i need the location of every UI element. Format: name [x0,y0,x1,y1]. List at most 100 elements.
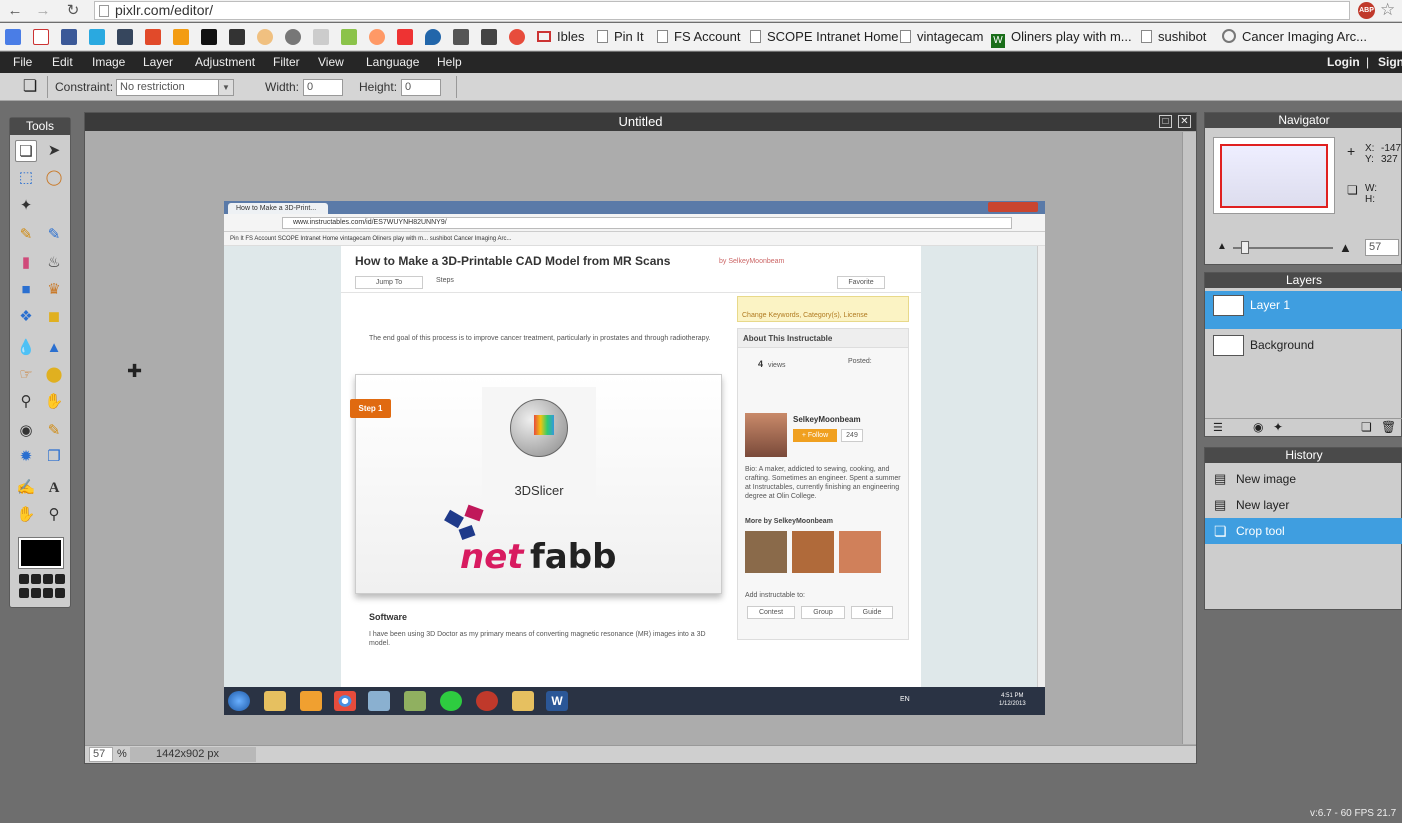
stamp-icon[interactable]: ♛ [43,279,65,301]
palette-grid-icon[interactable] [19,574,65,602]
zoom-slider-handle[interactable] [1241,241,1249,254]
burn-icon[interactable]: ⚲ [15,391,37,413]
calendar-icon[interactable] [201,29,217,45]
pinch-icon[interactable]: ❐ [43,446,65,468]
height-input[interactable]: 0 [401,79,441,96]
history-item-new-image[interactable]: ▤ New image [1205,466,1402,492]
trash-icon[interactable]: 🗑 [1381,420,1396,434]
zoom-out-icon[interactable]: ▲ [1217,241,1227,252]
bookmark-scope-intranet[interactable]: SCOPE Intranet Home [750,28,899,45]
gradient-icon[interactable]: ■ [15,279,37,301]
menu-language[interactable]: Language [366,55,419,70]
shapes-icon[interactable]: ◼ [43,306,65,328]
spotheal-icon[interactable]: ✎ [43,420,65,442]
bookmark-fs-account[interactable]: FS Account [657,28,740,45]
reload-icon[interactable]: ↻ [64,2,82,20]
menu-file[interactable]: File [13,55,32,70]
constraint-select[interactable]: No restriction ▼ [116,79,234,96]
zoom-icon[interactable]: ⚲ [43,504,65,526]
close-icon[interactable]: ✕ [1178,115,1191,128]
history-label: New image [1236,472,1297,486]
back-arrow-icon[interactable]: ← [6,2,24,20]
history-item-crop-tool[interactable]: ❏ Crop tool [1205,518,1402,544]
color-swatch[interactable] [18,537,64,569]
layer-row-1[interactable]: Layer 1 [1205,291,1402,329]
feed-icon[interactable] [173,29,189,45]
menu-layer[interactable]: Layer [143,55,173,70]
tumblr-icon[interactable] [117,29,133,45]
layer-row-background[interactable]: Background [1205,331,1402,359]
smudge-icon[interactable]: ☞ [15,364,37,386]
sharpen-icon[interactable]: ▲ [43,337,65,359]
menu-image[interactable]: Image [92,55,125,70]
twitter-icon[interactable] [89,29,105,45]
dodge-icon[interactable]: ✋ [43,391,65,413]
eraser-icon[interactable]: ▮ [15,252,37,274]
history-item-new-layer[interactable]: ▤ New layer [1205,492,1402,518]
pretzel-icon[interactable] [257,29,273,45]
dir-icon[interactable] [313,29,329,45]
bookmark-sushibot[interactable]: sushibot [1141,28,1206,45]
zoom-input[interactable]: 57 [89,747,113,762]
office-icon[interactable] [145,29,161,45]
cross-icon[interactable] [397,29,413,45]
wand-icon[interactable]: ✦ [15,195,37,217]
google-icon[interactable] [5,29,21,45]
shot-clock: 4:51 PM 1/12/2013 [999,692,1026,708]
zoom-in-icon[interactable]: ▲ [1339,240,1352,255]
bb-icon[interactable] [481,29,497,45]
bookmark-pin-it[interactable]: Pin It [597,28,644,45]
layer-style-icon[interactable]: ✦ [1273,420,1283,434]
new-layer-icon[interactable]: ❏ [1361,420,1372,434]
bloat-icon[interactable]: ✹ [15,446,37,468]
maximize-icon[interactable]: □ [1159,115,1172,128]
document-scrollbar[interactable] [1182,132,1196,744]
sun-icon[interactable] [509,29,525,45]
picker-icon[interactable]: ✍ [15,477,37,499]
drops-icon[interactable] [425,29,441,45]
menu-edit[interactable]: Edit [52,55,73,70]
sponge-icon[interactable]: ⬤ [43,364,65,386]
pencil-icon[interactable]: ✎ [15,224,37,246]
layer-settings-icon[interactable]: ☰ [1213,421,1223,434]
menu-help[interactable]: Help [437,55,462,70]
disc-icon[interactable] [285,29,301,45]
type-icon[interactable]: A [43,477,65,499]
signup-link[interactable]: Sign [1378,55,1402,70]
bookmark-cancer-imaging[interactable]: Cancer Imaging Arc... [1222,28,1367,45]
news-icon[interactable] [453,29,469,45]
paint-icon [404,691,426,711]
adblock-icon[interactable]: ABP [1358,2,1375,19]
bucket-icon[interactable]: ♨ [43,252,65,274]
address-bar[interactable]: pixlr.com/editor/ [94,1,1350,20]
film-icon[interactable] [229,29,245,45]
lasso-icon[interactable]: ◯ [43,167,65,189]
nav-zoom-input[interactable]: 57 [1365,239,1399,256]
bookmark-ibles[interactable]: Ibles [537,28,584,45]
menu-adjustment[interactable]: Adjustment [195,55,255,70]
hand-icon[interactable]: ✋ [15,504,37,526]
menu-view[interactable]: View [318,55,344,70]
forward-arrow-icon[interactable]: → [34,2,52,20]
bookmark-star-icon[interactable]: ☆ [1380,0,1395,20]
move-icon[interactable]: ➤ [43,140,65,162]
login-link[interactable]: Login [1327,55,1360,70]
colorreplace-icon[interactable]: ❖ [15,306,37,328]
crop-icon[interactable]: ❏ [15,140,37,162]
gmail-icon[interactable] [33,29,49,45]
width-input[interactable]: 0 [303,79,343,96]
canvas-image[interactable]: How to Make a 3D-Print... www.instructab… [224,201,1045,715]
canvas-area[interactable]: ✚ How to Make a 3D-Print... www.instruct… [87,132,1182,744]
marquee-icon[interactable]: ⬚ [15,167,37,189]
layer-mask-icon[interactable]: ◉ [1253,420,1263,434]
bookmark-oliners[interactable]: W Oliners play with m... [991,28,1132,48]
navigator-preview[interactable] [1213,137,1335,214]
bookmark-vintagecam[interactable]: vintagecam [900,28,983,45]
brush-icon[interactable]: ✎ [43,224,65,246]
drop-icon[interactable]: 💧 [15,337,37,359]
menu-filter[interactable]: Filter [273,55,300,70]
swirl-icon[interactable] [369,29,385,45]
facebook-icon[interactable] [61,29,77,45]
lizard-icon[interactable] [341,29,357,45]
redeye-icon[interactable]: ◉ [15,420,37,442]
